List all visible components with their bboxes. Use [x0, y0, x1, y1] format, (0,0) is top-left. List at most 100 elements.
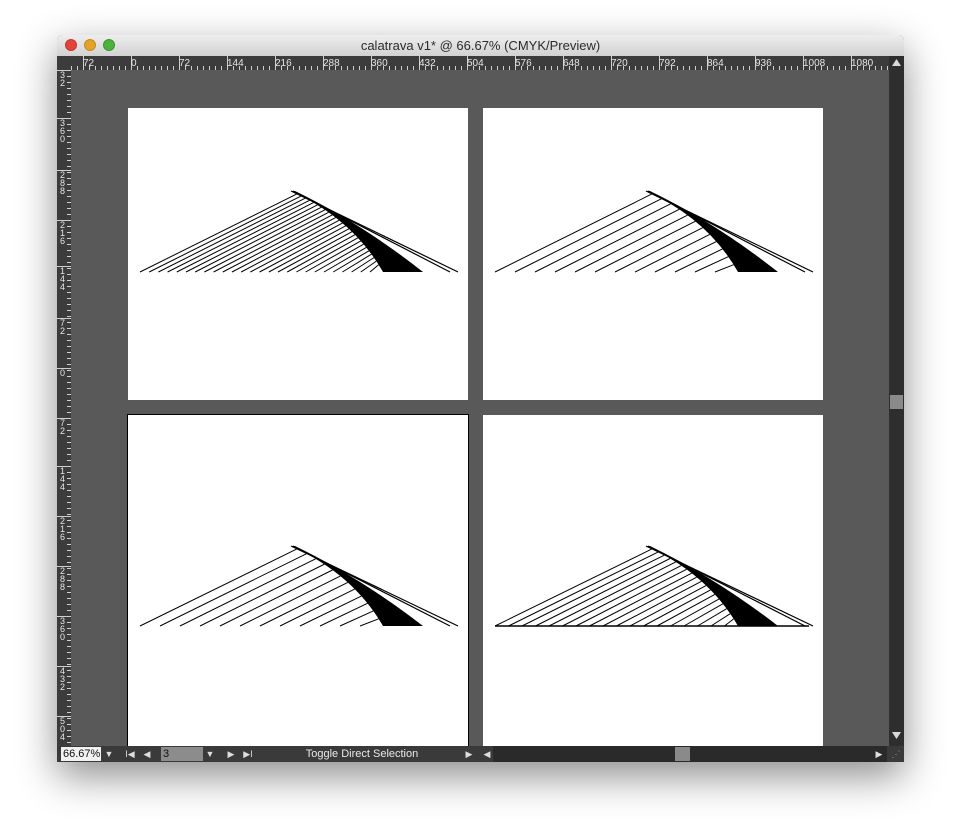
horizontal-ruler-label: 1008 [803, 58, 826, 69]
horizontal-ruler-label: 360 [371, 58, 388, 69]
vertical-ruler-label: 144 [60, 466, 65, 492]
scroll-left-arrow-icon[interactable]: ◀ [481, 746, 493, 762]
vertical-ruler-label: 144 [60, 266, 65, 292]
backstay-line [292, 545, 451, 627]
cable-line [199, 563, 325, 627]
cable-line [634, 234, 710, 273]
cable-line [694, 256, 729, 273]
pylon-shape [291, 191, 423, 272]
horizontal-ruler-label: 792 [659, 58, 676, 69]
scroll-up-arrow-icon[interactable] [892, 59, 901, 66]
cable-line [697, 608, 727, 627]
backstay-line [647, 190, 806, 273]
vertical-ruler-label: 504 [60, 716, 65, 742]
cable-line [319, 602, 368, 627]
vertical-ruler-label: 432 [60, 666, 65, 692]
horizontal-ruler-label: 216 [275, 58, 292, 69]
cable-line [514, 198, 662, 273]
vertical-scrollbar[interactable] [889, 56, 904, 746]
vertical-ruler-label: 360 [60, 616, 65, 642]
cable-line [674, 248, 723, 273]
cable-line [562, 565, 682, 627]
page-dropdown-icon[interactable]: ▼ [204, 746, 216, 762]
pylon-shape [291, 546, 423, 626]
bridge-illustration-1 [139, 190, 459, 273]
cable-line [286, 234, 356, 273]
horizontal-ruler-label: 72 [179, 58, 191, 69]
horizontal-ruler-label: 0 [131, 58, 137, 69]
cable-line [534, 203, 671, 273]
title-bar[interactable]: calatrava v1* @ 66.67% (CMYK/Preview) [57, 35, 904, 57]
vertical-ruler-label: 288 [60, 170, 65, 196]
pylon-shape [646, 191, 778, 272]
vertical-ruler-label: 216 [60, 220, 65, 246]
cable-line [589, 572, 692, 627]
horizontal-scrollbar[interactable] [493, 746, 887, 762]
bridge-illustration-4 [494, 545, 814, 627]
cable-line [643, 589, 711, 627]
horizontal-ruler-label: 72 [83, 58, 95, 69]
page-number-field[interactable]: 3 [161, 747, 203, 761]
artboard-1[interactable] [128, 108, 468, 400]
first-page-icon[interactable]: I◀ [123, 746, 137, 762]
backstay-line [647, 545, 806, 627]
cable-line [239, 575, 341, 627]
cable-line [521, 554, 665, 627]
status-menu-arrow-icon[interactable]: ▶ [463, 746, 475, 762]
previous-page-icon[interactable]: ◀ [141, 746, 153, 762]
horizontal-ruler-label: 288 [323, 58, 340, 69]
pasteboard[interactable] [71, 70, 889, 746]
next-page-icon[interactable]: ▶ [225, 746, 237, 762]
cable-line [616, 580, 702, 627]
window-title: calatrava v1* @ 66.67% (CMYK/Preview) [360, 38, 601, 53]
cable-line [369, 264, 379, 273]
vertical-ruler-label: 0 [60, 368, 65, 378]
horizontal-ruler-label: 504 [467, 58, 484, 69]
horizontal-ruler-label: 648 [563, 58, 580, 69]
cable-line [602, 576, 697, 627]
vertical-ruler-label: 72 [60, 318, 65, 336]
horizontal-ruler[interactable]: 72 0 72 144 216 288 360 432 504 576 648 720 792 864 93… [57, 56, 889, 70]
horizontal-ruler-label: 432 [419, 58, 436, 69]
cable-line [139, 548, 298, 627]
status-text-menu[interactable]: Toggle Direct Selection [262, 746, 462, 762]
backstay-line [292, 190, 451, 273]
cable-line [158, 197, 306, 273]
cable-line [494, 193, 653, 273]
last-page-icon[interactable]: ▶I [241, 746, 255, 762]
cable-line [594, 220, 696, 273]
horizontal-ruler-label: 720 [611, 58, 628, 69]
bridge-illustration-3 [139, 545, 459, 627]
vertical-scroll-thumb[interactable] [890, 395, 903, 409]
artboard-3-active[interactable] [127, 414, 469, 746]
vertical-ruler-label: 288 [60, 566, 65, 592]
vertical-ruler-label: 360 [60, 118, 65, 144]
cable-line [176, 202, 314, 273]
resize-grip-icon[interactable]: ⋰ [889, 746, 903, 762]
artboard-2[interactable] [483, 108, 823, 400]
horizontal-ruler-label: 576 [515, 58, 532, 69]
cable-line [179, 558, 316, 627]
bridge-illustration-2 [494, 190, 814, 273]
horizontal-ruler-label: 864 [707, 58, 724, 69]
vertical-ruler-label: 216 [60, 516, 65, 542]
horizontal-scroll-thumb[interactable] [675, 747, 690, 761]
zoom-dropdown-icon[interactable]: ▼ [103, 746, 115, 762]
cable-line [222, 214, 333, 273]
cable-line [279, 588, 355, 627]
vertical-ruler[interactable]: 3 2 3 6 0 2 8 8 2 1 6 1 4 4 7 2 0 7 2 1 4 4 2 1 6 2 8 8 3 6 0 4 3 2 5 0 4 [57, 70, 71, 746]
cable-line [323, 247, 367, 273]
cable-line [213, 211, 329, 273]
cable-line [714, 264, 734, 273]
zoom-level-field[interactable]: 66.67% [61, 747, 101, 761]
artboard-4[interactable] [483, 415, 823, 746]
horizontal-ruler-label: 936 [755, 58, 772, 69]
cable-line [670, 598, 720, 627]
cable-line [360, 260, 377, 273]
cable-line [724, 618, 734, 627]
cable-line [305, 240, 362, 273]
scroll-down-arrow-icon[interactable] [892, 732, 901, 739]
cable-line [359, 618, 379, 627]
cable-line [342, 253, 372, 273]
scroll-right-arrow-icon[interactable]: ▶ [873, 746, 885, 762]
